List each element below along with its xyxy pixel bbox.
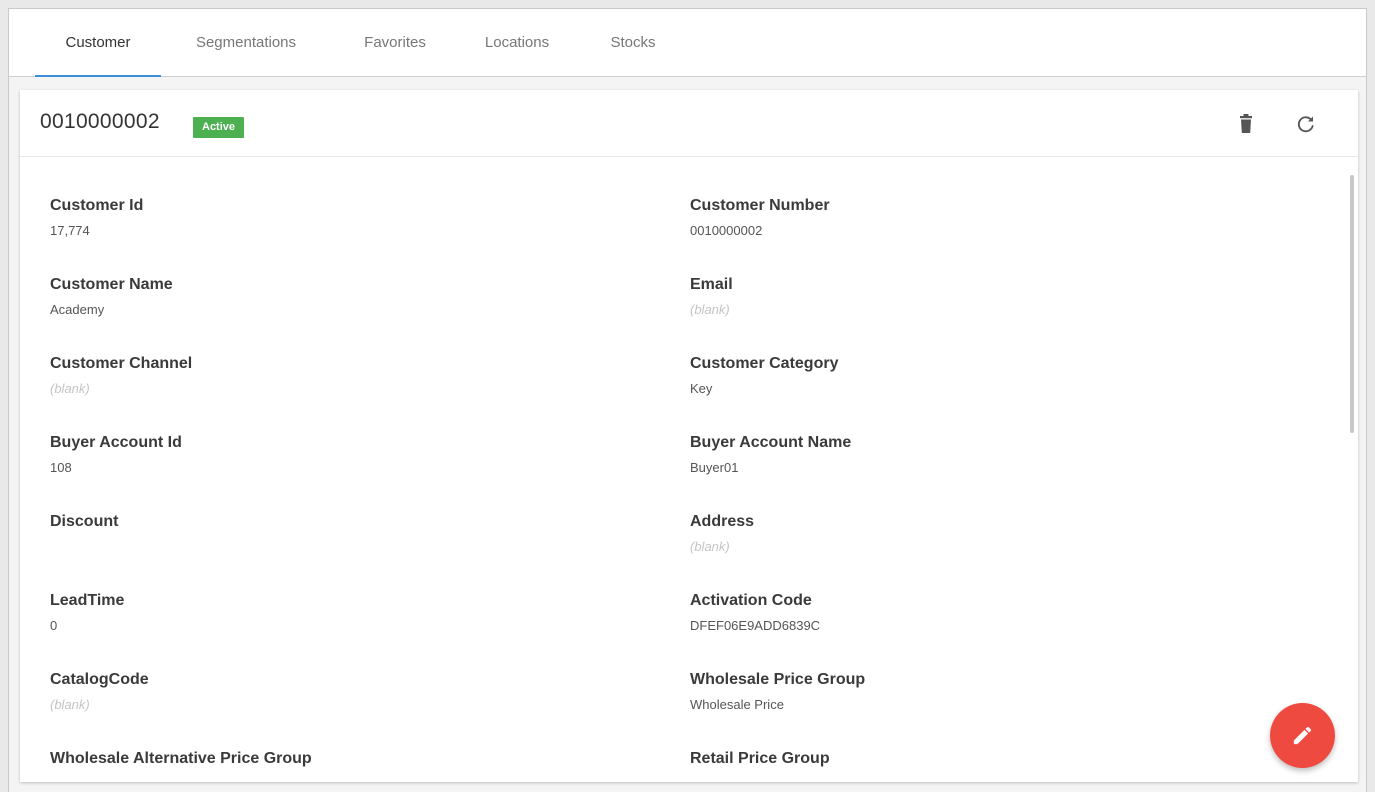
trash-icon	[1240, 114, 1252, 133]
vertical-scrollbar[interactable]	[1350, 175, 1354, 433]
field-value: (blank)	[690, 539, 730, 554]
pencil-icon	[1293, 726, 1312, 745]
field-leadtime: LeadTime 0	[50, 592, 124, 634]
field-label: Wholesale Price Group	[690, 671, 866, 688]
field-label: Retail Price Group	[690, 750, 830, 767]
refresh-icon	[1297, 116, 1314, 133]
field-label: LeadTime	[50, 592, 125, 609]
field-value: 0	[50, 618, 58, 633]
field-value: Wholesale Price	[690, 697, 784, 712]
field-customer-channel: Customer Channel (blank)	[50, 355, 192, 397]
field-value: DFEF06E9ADD6839C	[690, 618, 821, 633]
field-email: Email (blank)	[690, 276, 733, 318]
refresh-button[interactable]	[1292, 110, 1320, 138]
app-frame: Customer Segmentations Favorites Locatio…	[8, 8, 1367, 792]
field-customer-category: Customer Category Key	[690, 355, 838, 397]
delete-button[interactable]	[1232, 110, 1260, 138]
field-value: Key	[690, 381, 713, 396]
field-value: 108	[50, 460, 72, 475]
customer-detail-card: 0010000002 Active Customer Id 17,774 Cus…	[20, 90, 1358, 782]
field-label: Buyer Account Name	[690, 434, 852, 451]
field-label: Customer Id	[50, 197, 144, 214]
field-customer-name: Customer Name Academy	[50, 276, 173, 318]
field-value: (blank)	[50, 381, 90, 396]
field-buyer-account-id: Buyer Account Id 108	[50, 434, 182, 476]
field-value: (blank)	[690, 302, 730, 317]
status-badge: Active	[193, 117, 245, 138]
field-value	[690, 776, 830, 782]
tab-customer[interactable]: Customer	[35, 9, 161, 77]
field-wholesale-alternative-price-group: Wholesale Alternative Price Group	[50, 750, 312, 782]
field-address: Address (blank)	[690, 513, 754, 555]
field-label: Buyer Account Id	[50, 434, 182, 451]
field-value: Academy	[50, 302, 105, 317]
field-label: Discount	[50, 513, 119, 530]
field-discount: Discount	[50, 513, 118, 555]
field-value	[50, 539, 118, 555]
field-customer-number: Customer Number 0010000002	[690, 197, 830, 239]
field-label: Wholesale Alternative Price Group	[50, 750, 312, 767]
field-label: Customer Channel	[50, 355, 193, 372]
field-label: Customer Category	[690, 355, 839, 372]
field-value: Buyer01	[690, 460, 739, 475]
field-customer-id: Customer Id 17,774	[50, 197, 143, 239]
field-value: (blank)	[50, 697, 90, 712]
field-value: 0010000002	[690, 223, 763, 238]
field-catalog-code: CatalogCode (blank)	[50, 671, 149, 713]
field-label: Customer Name	[50, 276, 173, 293]
edit-button[interactable]	[1270, 703, 1335, 768]
record-title: 0010000002	[40, 110, 160, 133]
field-value	[50, 776, 312, 782]
field-wholesale-price-group: Wholesale Price Group Wholesale Price	[690, 671, 865, 713]
field-label: CatalogCode	[50, 671, 149, 688]
field-label: Customer Number	[690, 197, 830, 214]
field-value: 17,774	[50, 223, 90, 238]
tab-bar: Customer Segmentations Favorites Locatio…	[9, 9, 1366, 77]
field-label: Email	[690, 276, 733, 293]
field-buyer-account-name: Buyer Account Name Buyer01	[690, 434, 851, 476]
card-header: 0010000002 Active	[20, 90, 1358, 157]
field-label: Address	[690, 513, 755, 530]
tab-segmentations[interactable]: Segmentations	[179, 9, 313, 76]
tab-locations[interactable]: Locations	[471, 9, 563, 76]
field-retail-price-group: Retail Price Group	[690, 750, 830, 782]
field-list: Customer Id 17,774 Customer Number 00100…	[20, 157, 1358, 782]
tab-favorites[interactable]: Favorites	[345, 9, 445, 76]
tab-stocks[interactable]: Stocks	[593, 9, 673, 76]
field-label: Activation Code	[690, 592, 812, 609]
field-activation-code: Activation Code DFEF06E9ADD6839C	[690, 592, 820, 634]
